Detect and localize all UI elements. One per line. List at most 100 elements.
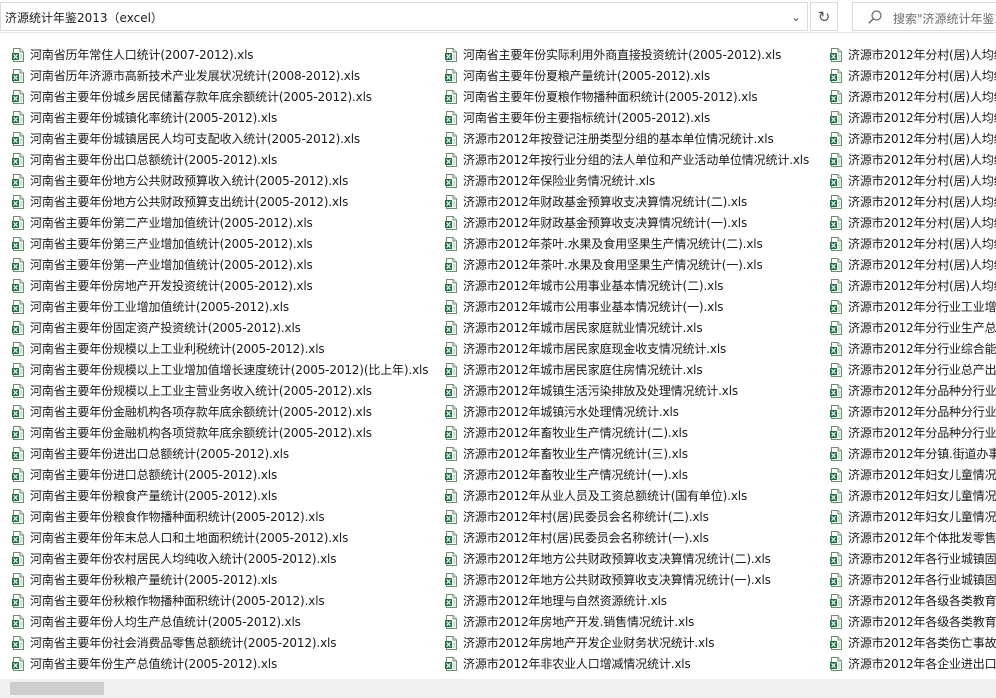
excel-file-icon <box>12 426 24 440</box>
file-name: 济源市2012年分行业工业增 <box>848 300 996 314</box>
excel-file-icon <box>830 447 842 461</box>
file-name: 河南省主要年份城镇化率统计(2005-2012).xls <box>30 111 278 125</box>
file-name: 济源市2012年各类伤亡事故 <box>848 636 996 650</box>
file-name: 济源市2012年村(居)民委员会名称统计(二).xls <box>463 510 709 524</box>
excel-file-icon <box>12 111 24 125</box>
excel-file-icon <box>445 237 457 251</box>
file-name: 济源市2012年城市公用事业基本情况统计(一).xls <box>463 300 724 314</box>
chevron-down-icon[interactable]: ⌄ <box>785 7 807 28</box>
excel-file-icon <box>830 195 842 209</box>
file-name: 济源市2012年分村(居)人均纯 <box>848 195 996 209</box>
file-name: 济源市2012年畜牧业生产情况统计(一).xls <box>463 468 688 482</box>
excel-file-icon <box>445 510 457 524</box>
file-name: 河南省主要年份金融机构各项贷款年底余额统计(2005-2012).xls <box>30 426 372 440</box>
file-name: 河南省主要年份粮食产量统计(2005-2012).xls <box>30 489 278 503</box>
excel-file-icon <box>830 636 842 650</box>
excel-file-icon <box>830 552 842 566</box>
excel-file-icon <box>12 300 24 314</box>
excel-file-icon <box>12 615 24 629</box>
excel-file-icon <box>12 216 24 230</box>
file-name: 济源市2012年城镇生活污染排放及处理情况统计.xls <box>463 384 738 398</box>
file-name: 河南省主要年份地方公共财政预算收入统计(2005-2012).xls <box>30 174 349 188</box>
excel-file-icon <box>12 174 24 188</box>
excel-file-icon <box>830 531 842 545</box>
excel-file-icon <box>830 468 842 482</box>
file-name: 济源市2012年分村(居)人均纯 <box>848 237 996 251</box>
file-name: 济源市2012年各级各类教育 <box>848 615 996 629</box>
excel-file-icon <box>445 531 457 545</box>
excel-file-icon <box>830 153 842 167</box>
excel-file-icon <box>12 489 24 503</box>
excel-file-icon <box>830 111 842 125</box>
excel-file-icon <box>12 573 24 587</box>
file-name: 济源市2012年地方公共财政预算收支决算情况统计(一).xls <box>463 573 771 587</box>
file-name: 济源市2012年城市居民家庭现金收支情况统计.xls <box>463 342 727 356</box>
excel-file-icon <box>445 69 457 83</box>
excel-file-icon <box>12 153 24 167</box>
excel-file-icon <box>445 468 457 482</box>
excel-file-icon <box>12 363 24 377</box>
excel-file-icon <box>445 573 457 587</box>
file-name: 河南省主要年份金融机构各项存款年底余额统计(2005-2012).xls <box>30 405 372 419</box>
excel-file-icon <box>445 321 457 335</box>
excel-file-icon <box>830 510 842 524</box>
excel-file-icon <box>830 48 842 62</box>
file-name: 济源市2012年分村(居)人均纯 <box>848 216 996 230</box>
file-name: 济源市2012年城市居民家庭就业情况统计.xls <box>463 321 703 335</box>
excel-file-icon <box>445 384 457 398</box>
excel-file-icon <box>12 90 24 104</box>
search-icon <box>868 10 882 24</box>
address-bar[interactable]: 济源统计年鉴2013（excel） ⌄ <box>0 2 808 31</box>
excel-file-icon <box>445 657 457 671</box>
file-name: 河南省主要年份城镇居民人均可支配收入统计(2005-2012).xls <box>30 132 361 146</box>
file-name: 济源市2012年分村(居)人均纯 <box>848 153 996 167</box>
excel-file-icon <box>12 69 24 83</box>
excel-file-icon <box>445 111 457 125</box>
excel-file-icon <box>830 615 842 629</box>
excel-file-icon <box>445 594 457 608</box>
search-input[interactable]: 搜索"济源统计年鉴2013（excel）" <box>893 10 996 27</box>
excel-file-icon <box>445 342 457 356</box>
horizontal-scrollbar[interactable] <box>0 679 996 698</box>
excel-file-icon <box>830 594 842 608</box>
scrollbar-thumb[interactable] <box>10 682 104 695</box>
file-name: 济源市2012年分品种分行业 <box>848 405 996 419</box>
file-name: 河南省主要年份规模以上工业增加值增长速度统计(2005-2012)(比上年).x… <box>30 363 429 377</box>
file-name: 河南省主要年份农村居民人均纯收入统计(2005-2012).xls <box>30 552 337 566</box>
file-name: 河南省主要年份地方公共财政预算支出统计(2005-2012).xls <box>30 195 349 209</box>
file-name: 济源市2012年分村(居)人均纯 <box>848 279 996 293</box>
file-name: 济源市2012年分镇.街道办事 <box>848 447 996 461</box>
file-name: 河南省主要年份固定资产投资统计(2005-2012).xls <box>30 321 301 335</box>
file-name: 济源市2012年分村(居)人均纯 <box>848 132 996 146</box>
excel-file-icon <box>830 426 842 440</box>
file-name: 济源市2012年分行业生产总 <box>848 321 996 335</box>
excel-file-icon <box>445 615 457 629</box>
excel-file-icon <box>12 657 24 671</box>
file-name: 济源市2012年各行业城镇固 <box>848 552 996 566</box>
file-name: 河南省历年常住人口统计(2007-2012).xls <box>30 48 254 62</box>
excel-file-icon <box>12 132 24 146</box>
excel-file-icon <box>12 48 24 62</box>
excel-file-icon <box>445 48 457 62</box>
file-name: 济源市2012年畜牧业生产情况统计(二).xls <box>463 426 688 440</box>
excel-file-icon <box>445 279 457 293</box>
file-name: 河南省主要年份年末总人口和土地面积统计(2005-2012).xls <box>30 531 349 545</box>
file-name: 济源市2012年分村(居)人均纯 <box>848 111 996 125</box>
file-name: 济源市2012年房地产开发企业财务状况统计.xls <box>463 636 715 650</box>
excel-file-icon <box>830 69 842 83</box>
excel-file-icon <box>830 279 842 293</box>
file-name: 河南省主要年份规模以上工业主营业务收入统计(2005-2012).xls <box>30 384 372 398</box>
excel-file-icon <box>12 636 24 650</box>
excel-file-icon <box>830 363 842 377</box>
excel-file-icon <box>445 216 457 230</box>
file-name: 济源市2012年保险业务情况统计.xls <box>463 174 656 188</box>
file-name: 济源市2012年各级各类教育 <box>848 594 996 608</box>
file-name: 河南省主要年份城乡居民储蓄存款年底余额统计(2005-2012).xls <box>30 90 372 104</box>
file-name: 济源市2012年城镇污水处理情况统计.xls <box>463 405 679 419</box>
file-name: 济源市2012年分村(居)人均纯 <box>848 48 996 62</box>
search-box[interactable]: 搜索"济源统计年鉴2013（excel）" <box>852 2 996 31</box>
file-name: 济源市2012年城市公用事业基本情况统计(二).xls <box>463 279 724 293</box>
file-name: 济源市2012年房地产开发.销售情况统计.xls <box>463 615 695 629</box>
file-name: 济源市2012年地方公共财政预算收支决算情况统计(二).xls <box>463 552 771 566</box>
refresh-button[interactable]: ↻ <box>810 2 838 31</box>
